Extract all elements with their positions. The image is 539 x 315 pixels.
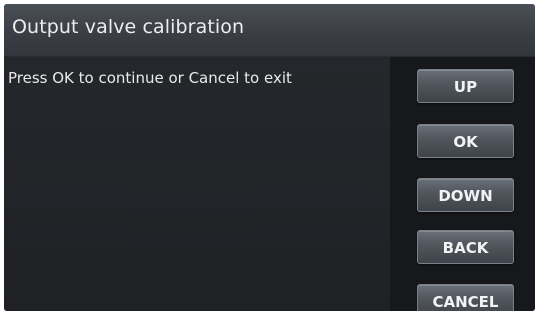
ok-button[interactable]: OK: [417, 124, 514, 158]
instruction-message: Press OK to continue or Cancel to exit: [8, 69, 292, 87]
printer-control-screen: Output valve calibration Press OK to con…: [4, 4, 535, 311]
back-button[interactable]: BACK: [417, 230, 514, 264]
down-button[interactable]: DOWN: [417, 178, 514, 212]
up-button[interactable]: UP: [417, 69, 514, 103]
button-panel: UP OK DOWN BACK CANCEL: [390, 57, 535, 311]
page-title: Output valve calibration: [12, 16, 245, 38]
message-panel: Press OK to continue or Cancel to exit: [4, 57, 390, 311]
cancel-button[interactable]: CANCEL: [417, 284, 514, 311]
title-bar: Output valve calibration: [4, 4, 535, 57]
